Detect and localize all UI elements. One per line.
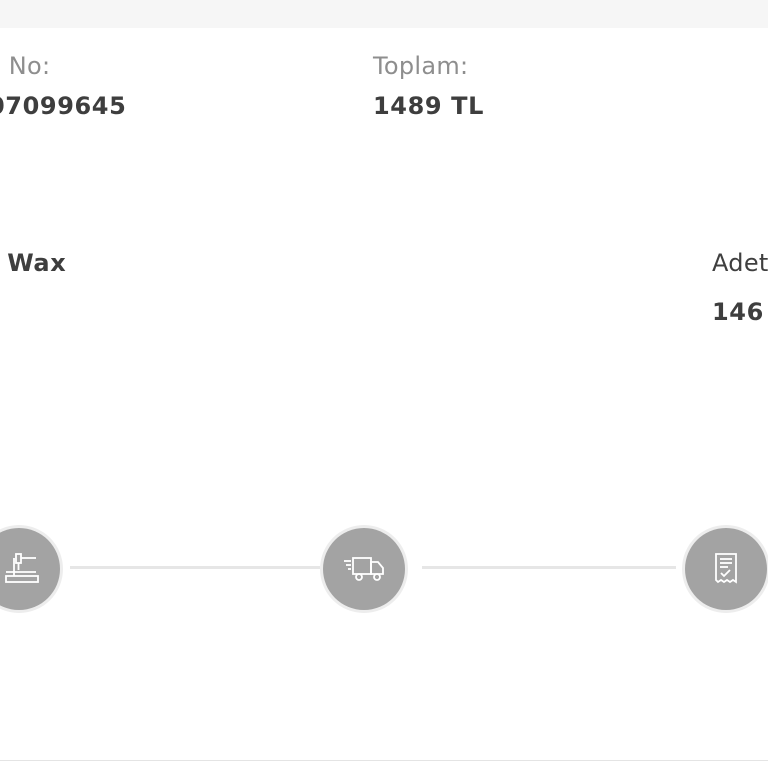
order-number-value: 07099645 — [0, 92, 127, 120]
step-shipping — [323, 528, 405, 610]
step-invoice — [685, 528, 767, 610]
quantity-label: Adet — [712, 249, 768, 277]
step-production — [0, 528, 60, 610]
order-number-label: s No: — [0, 52, 51, 80]
total-value: 1489 TL — [373, 92, 485, 120]
top-strip — [0, 0, 768, 28]
bottom-divider — [0, 760, 768, 761]
progress-line-2 — [422, 566, 676, 569]
product-name: y Wax — [0, 249, 67, 277]
progress-line-1 — [70, 566, 320, 569]
quantity-value: 146 — [712, 298, 764, 326]
total-label: Toplam: — [373, 52, 469, 80]
production-machine-icon — [5, 553, 39, 583]
invoice-check-icon — [715, 553, 737, 584]
delivery-truck-icon — [344, 557, 384, 581]
